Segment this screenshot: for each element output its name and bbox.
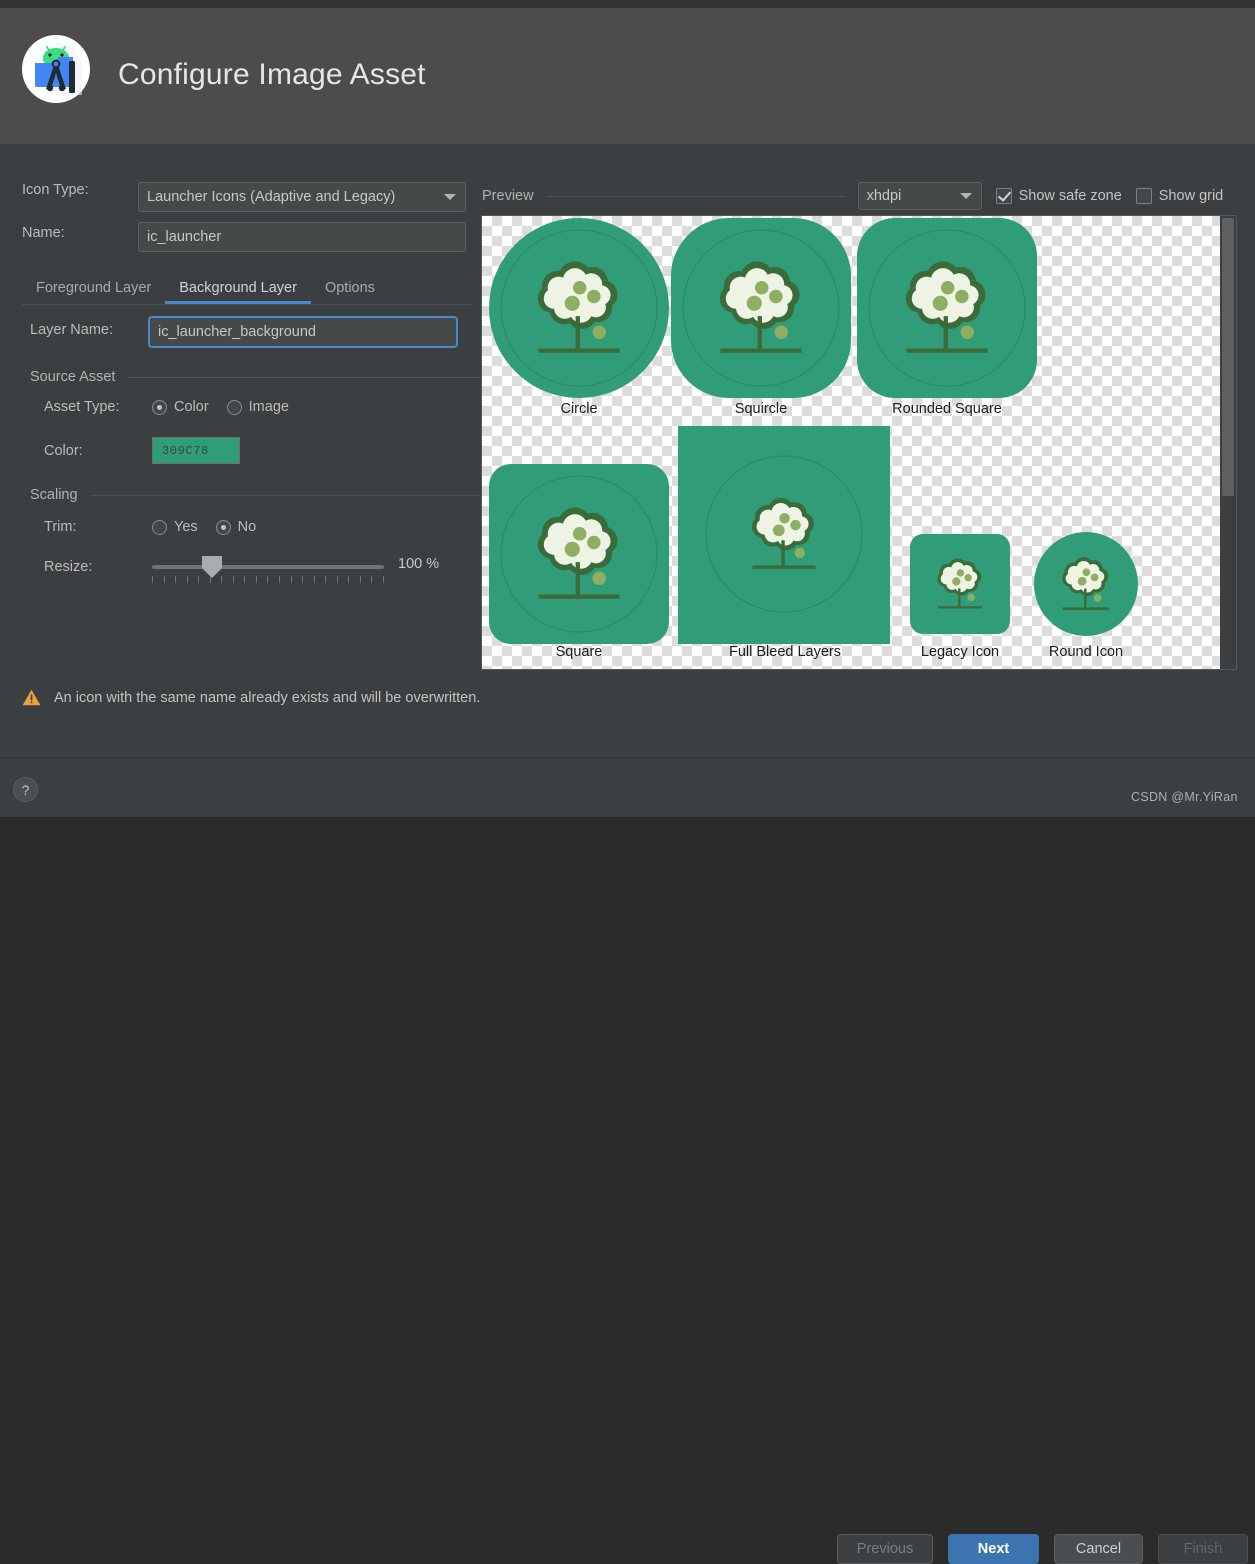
radio-circle-icon <box>152 399 167 415</box>
warning-triangle-icon <box>22 689 41 706</box>
tab-background-layer[interactable]: Background Layer <box>165 280 311 304</box>
layer-name-input[interactable]: ic_launcher_background <box>148 316 458 348</box>
tab-options[interactable]: Options <box>311 280 389 304</box>
help-button[interactable]: ? <box>13 777 38 802</box>
asset-type-color-label: Color <box>174 399 209 415</box>
preview-icon-round <box>1034 532 1138 636</box>
preview-icon-rounded-square <box>857 218 1037 398</box>
source-asset-group-label: Source Asset <box>30 369 116 385</box>
scaling-group-label: Scaling <box>30 487 78 503</box>
asset-type-radio-color[interactable]: Color <box>152 399 209 415</box>
preview-caption-circle: Circle <box>560 401 598 417</box>
asset-type-label: Asset Type: <box>44 399 120 415</box>
preview-caption-squircle: Squircle <box>734 401 788 417</box>
checkbox-icon <box>995 188 1012 204</box>
preview-icon-legacy <box>910 534 1010 634</box>
footer-bar: ? Previous Next Cancel Finish <box>0 758 1255 1564</box>
configure-image-asset-dialog: Configure Image Asset Icon Type: Launche… <box>0 0 1255 1564</box>
resize-slider[interactable] <box>152 556 384 583</box>
preview-icons-canvas <box>489 218 1138 644</box>
resize-value: 100 % <box>398 556 440 572</box>
finish-button: Finish <box>1158 1534 1248 1564</box>
density-select[interactable]: xhdpi <box>857 182 982 210</box>
show-safe-zone-label: Show safe zone <box>1018 188 1122 204</box>
color-row: Color: 309C78 <box>44 437 240 464</box>
preview-scrollbar[interactable] <box>1220 216 1236 669</box>
asset-type-radio-image[interactable]: Image <box>226 399 289 415</box>
name-label: Name: <box>22 225 65 241</box>
checkbox-icon <box>1135 188 1152 204</box>
dialog-header: Configure Image Asset <box>0 8 1255 144</box>
trim-no-label: No <box>237 519 257 535</box>
slider-ticks <box>152 576 384 584</box>
layer-tabs: Foreground Layer Background Layer Option… <box>22 272 472 304</box>
layer-name-value: ic_launcher_background <box>158 324 316 340</box>
resize-label: Resize: <box>44 559 93 575</box>
color-hex-value: 309C78 <box>162 443 209 458</box>
layer-name-label: Layer Name: <box>30 322 114 338</box>
tab-divider <box>22 304 472 305</box>
preview-divider <box>545 195 846 197</box>
preview-icon-circle <box>489 218 669 398</box>
trim-label: Trim: <box>44 519 77 535</box>
scaling-group: Scaling <box>30 487 480 503</box>
previous-button[interactable]: Previous <box>837 1534 933 1564</box>
preview-icon-full-bleed-layers <box>678 426 890 644</box>
radio-circle-icon <box>226 399 242 415</box>
tab-foreground-layer[interactable]: Foreground Layer <box>22 280 165 304</box>
slider-track <box>152 565 384 569</box>
source-asset-group: Source Asset <box>30 369 480 385</box>
next-button[interactable]: Next <box>948 1534 1039 1564</box>
trim-radio-yes[interactable]: Yes <box>152 519 198 535</box>
density-value: xhdpi <box>866 188 902 204</box>
trim-yes-label: Yes <box>174 519 198 535</box>
icon-type-select[interactable]: Launcher Icons (Adaptive and Legacy) <box>138 182 466 212</box>
cancel-button[interactable]: Cancel <box>1054 1534 1143 1564</box>
slider-thumb[interactable] <box>202 556 222 578</box>
preview-caption-legacy-icon: Legacy Icon <box>920 644 1000 660</box>
trim-row: Trim: Yes No <box>44 519 274 535</box>
preview-caption-square: Square <box>555 644 603 660</box>
preview-caption-full-bleed-layers: Full Bleed Layers <box>728 644 842 660</box>
color-label: Color: <box>44 442 83 459</box>
preview-header: Preview xhdpi Show safe zone Show grid <box>482 182 1252 210</box>
page-title: Configure Image Asset <box>118 58 426 91</box>
asset-type-row: Asset Type: Color Image <box>44 399 307 415</box>
icon-type-value: Launcher Icons (Adaptive and Legacy) <box>147 189 396 205</box>
watermark: CSDN @Mr.YiRan <box>1131 790 1238 804</box>
color-swatch-button[interactable]: 309C78 <box>152 437 240 464</box>
trim-radio-no[interactable]: No <box>215 519 257 535</box>
show-safe-zone-checkbox[interactable]: Show safe zone <box>995 188 1122 204</box>
radio-circle-icon <box>152 519 167 535</box>
group-divider <box>89 494 480 496</box>
preview-caption-round-icon: Round Icon <box>1048 644 1124 660</box>
preview-icon-square <box>489 464 669 644</box>
chevron-down-icon <box>959 193 972 199</box>
preview-icon-squircle <box>671 218 851 398</box>
window-top-strip <box>0 0 1255 8</box>
preview-caption-rounded-square: Rounded Square <box>892 401 1002 417</box>
form-panel: Icon Type: Launcher Icons (Adaptive and … <box>0 144 480 664</box>
icon-type-label: Icon Type: <box>22 182 89 198</box>
scrollbar-thumb[interactable] <box>1222 218 1234 496</box>
warning-message: An icon with the same name already exist… <box>22 689 480 706</box>
name-row: Name: <box>22 225 138 241</box>
asset-type-image-label: Image <box>248 399 289 415</box>
show-grid-checkbox[interactable]: Show grid <box>1135 188 1224 204</box>
name-input[interactable]: ic_launcher <box>138 222 466 252</box>
icon-type-row: Icon Type: <box>22 182 138 198</box>
layer-name-row: Layer Name: <box>30 322 138 338</box>
show-grid-label: Show grid <box>1158 188 1224 204</box>
warning-text: An icon with the same name already exist… <box>54 689 481 706</box>
resize-row: Resize: 100 % <box>44 556 440 583</box>
name-value: ic_launcher <box>147 229 222 245</box>
group-divider <box>127 376 480 378</box>
preview-label: Preview <box>482 188 534 204</box>
android-studio-icon <box>22 35 90 103</box>
chevron-down-icon <box>444 194 456 200</box>
radio-circle-icon <box>215 519 231 535</box>
preview-pane[interactable]: Circle Squircle Rounded Square Square Fu… <box>481 215 1237 670</box>
